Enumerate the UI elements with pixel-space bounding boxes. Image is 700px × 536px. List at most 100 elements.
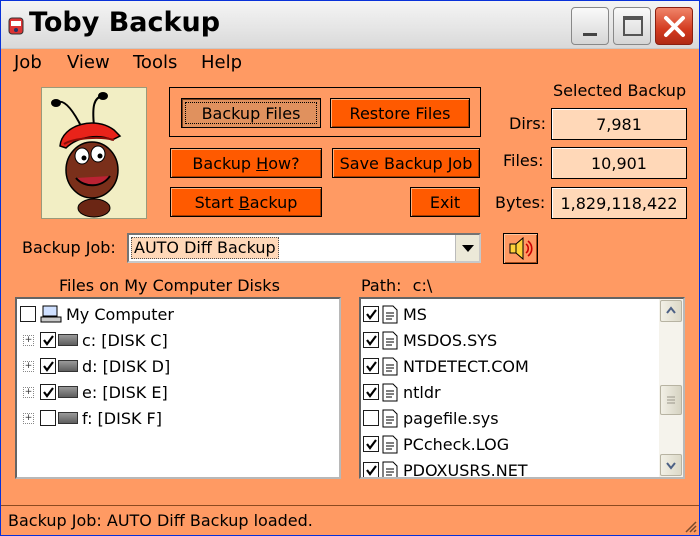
checkmark-icon (366, 361, 377, 372)
menu-tools[interactable]: Tools (133, 52, 177, 73)
drive-d-checkbox[interactable] (40, 358, 56, 374)
selected-backup-title: Selected Backup (553, 81, 687, 100)
tree-item-drive[interactable]: + f: [DISK F] (23, 405, 162, 431)
path-value: c:\ (412, 276, 433, 295)
resize-grip-icon[interactable] (683, 519, 697, 533)
save-backup-job-button[interactable]: Save Backup Job (332, 148, 480, 178)
checkmark-icon (43, 361, 54, 372)
exit-button[interactable]: Exit (410, 187, 480, 217)
file-checkbox[interactable] (363, 306, 379, 322)
drive-icon (58, 360, 78, 372)
app-icon (8, 17, 24, 35)
expand-icon[interactable]: + (23, 360, 34, 372)
file-name: MSDOS.SYS (403, 330, 498, 350)
tree-item-drive[interactable]: + e: [DISK E] (23, 379, 168, 405)
expand-icon[interactable]: + (23, 386, 34, 398)
backup-job-value: AUTO Diff Backup (131, 237, 279, 259)
file-list-scrollbar[interactable] (659, 299, 683, 477)
disk-tree[interactable]: My Computer + c: [DISK C] + d: [DISK D] … (15, 297, 341, 479)
chevron-down-icon (462, 245, 474, 252)
file-name: pagefile.sys (403, 408, 499, 428)
file-name: NTDETECT.COM (403, 356, 529, 376)
file-name: ntldr (403, 382, 441, 402)
menu-bar: Job View Tools Help (1, 49, 699, 75)
drive-label: d: [DISK D] (82, 356, 171, 376)
path-display: Path: c:\ (361, 276, 432, 295)
toby-backup-window: Toby Backup Job View Tools Help Backup F… (0, 0, 700, 536)
start-backup-underline: B (238, 192, 250, 212)
file-icon (382, 383, 398, 401)
file-checkbox[interactable] (363, 384, 379, 400)
list-item[interactable]: PCcheck.LOG (363, 431, 509, 457)
file-icon (382, 331, 398, 349)
checkmark-icon (366, 309, 377, 320)
drive-label: c: [DISK C] (82, 330, 168, 350)
drive-f-checkbox[interactable] (40, 410, 56, 426)
backup-how-underline: H (256, 153, 269, 173)
file-name: MS (403, 304, 427, 324)
scroll-thumb[interactable] (660, 385, 682, 415)
file-icon (382, 357, 398, 375)
menu-view[interactable]: View (67, 52, 110, 73)
status-text: Backup Job: AUTO Diff Backup loaded. (8, 511, 313, 530)
tree-item-drive[interactable]: + d: [DISK D] (23, 353, 170, 379)
checkmark-icon (366, 387, 377, 398)
file-checkbox[interactable] (363, 462, 379, 477)
list-item[interactable]: NTDETECT.COM (363, 353, 529, 379)
backup-job-dropdown-button[interactable] (455, 235, 479, 261)
list-item[interactable]: ntldr (363, 379, 441, 405)
menu-job[interactable]: Job (14, 52, 42, 73)
file-checkbox[interactable] (363, 410, 379, 426)
drive-c-checkbox[interactable] (40, 332, 56, 348)
ant-mascot-icon (51, 92, 122, 218)
file-icon (382, 305, 398, 323)
disks-panel-title: Files on My Computer Disks (59, 276, 280, 295)
speaker-icon (509, 236, 533, 261)
checkmark-icon (43, 387, 54, 398)
list-item[interactable]: MSDOS.SYS (363, 327, 497, 353)
file-list[interactable]: MS MSDOS.SYS NTDETECT.COM ntldr pagefile… (359, 297, 685, 479)
tree-item-drive[interactable]: + c: [DISK C] (23, 327, 168, 353)
drive-label: e: [DISK E] (82, 382, 168, 402)
expand-icon[interactable]: + (23, 412, 34, 424)
file-checkbox[interactable] (363, 332, 379, 348)
scroll-up-button[interactable] (660, 300, 682, 322)
drive-icon (58, 334, 78, 346)
drive-icon (58, 412, 78, 424)
restore-files-button[interactable]: Restore Files (330, 98, 470, 128)
expand-icon[interactable]: + (23, 334, 34, 346)
dirs-label: Dirs: (509, 114, 547, 133)
checkmark-icon (366, 335, 377, 346)
maximize-icon (623, 16, 643, 36)
drive-e-checkbox[interactable] (40, 384, 56, 400)
backup-job-select[interactable]: AUTO Diff Backup (127, 233, 481, 263)
list-item[interactable]: MS (363, 301, 427, 327)
checkmark-icon (366, 465, 377, 476)
list-item[interactable]: PDOXUSRS.NET (363, 457, 528, 479)
title-bar[interactable]: Toby Backup (1, 1, 699, 49)
tree-item-my-computer[interactable]: My Computer (20, 301, 174, 327)
my-computer-checkbox[interactable] (20, 306, 36, 322)
close-icon (664, 16, 685, 37)
files-label: Files: (503, 151, 544, 170)
menu-help[interactable]: Help (201, 52, 242, 73)
file-icon (382, 435, 398, 453)
chevron-up-icon (666, 306, 676, 314)
backup-how-button[interactable]: Backup How? (170, 148, 322, 178)
file-checkbox[interactable] (363, 358, 379, 374)
backup-how-label-end: ow? (268, 153, 300, 173)
list-item[interactable]: pagefile.sys (363, 405, 499, 431)
sound-button[interactable] (503, 233, 538, 264)
scroll-down-button[interactable] (660, 454, 682, 476)
chevron-down-icon (666, 462, 676, 470)
minimize-button[interactable] (571, 7, 609, 45)
backup-files-button[interactable]: Backup Files (181, 98, 321, 128)
close-button[interactable] (655, 7, 693, 45)
window-title: Toby Backup (29, 7, 221, 38)
backup-how-label: Backup (192, 153, 257, 173)
start-backup-button[interactable]: Start Backup (170, 187, 322, 217)
file-checkbox[interactable] (363, 436, 379, 452)
maximize-button[interactable] (613, 7, 651, 45)
status-bar: Backup Job: AUTO Diff Backup loaded. (1, 505, 699, 535)
file-name: PDOXUSRS.NET (403, 460, 528, 479)
